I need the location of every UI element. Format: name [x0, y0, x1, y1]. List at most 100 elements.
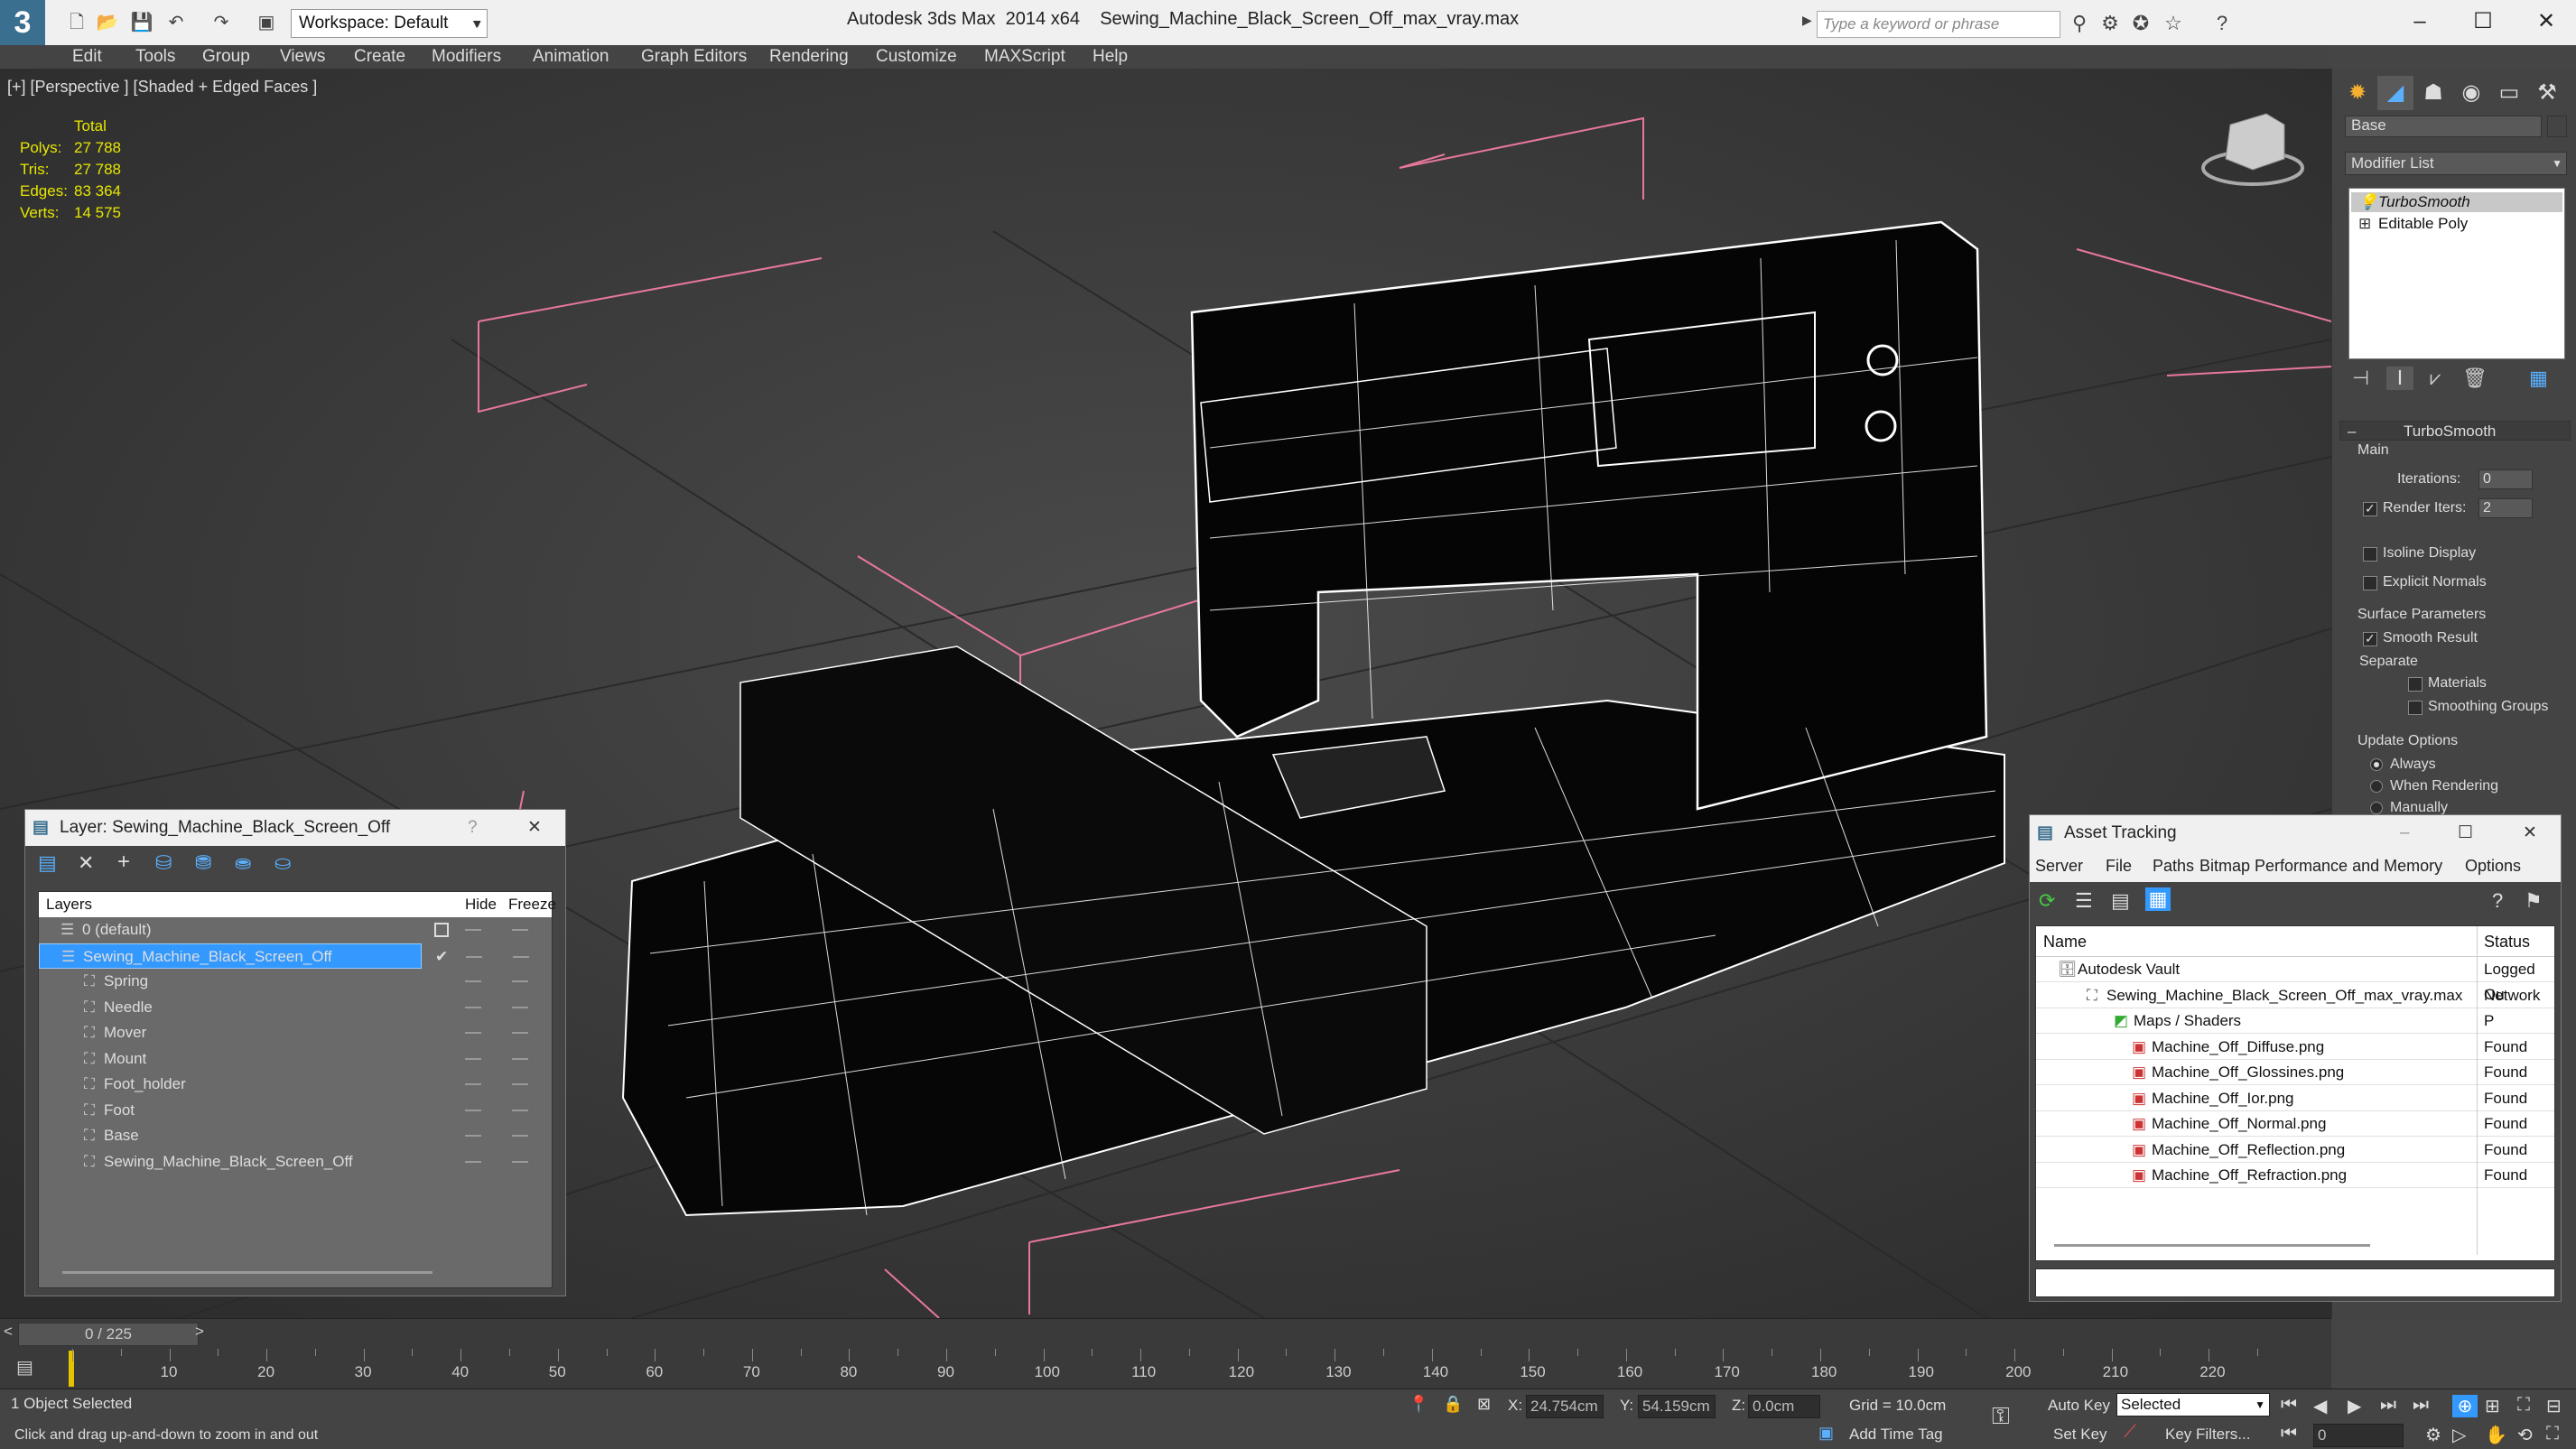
menu-group[interactable]: Group: [202, 47, 250, 67]
lightbulb-icon[interactable]: 💡: [2358, 192, 2377, 212]
display-tab-icon[interactable]: ▭: [2491, 76, 2527, 110]
modifier-list-dropdown[interactable]: Modifier List ▼: [2345, 152, 2567, 175]
column-divider[interactable]: [2477, 926, 2478, 957]
configure-modifier-sets-icon[interactable]: ▦: [2529, 367, 2548, 390]
hide-toggle[interactable]: [466, 955, 482, 958]
hide-toggle[interactable]: [465, 1032, 481, 1034]
previous-key-icon[interactable]: ◀︎: [2313, 1395, 2327, 1417]
menu-server[interactable]: Server: [2035, 857, 2083, 876]
materials-checkbox[interactable]: [2408, 677, 2423, 692]
smooth-result-checkbox[interactable]: [2363, 631, 2377, 646]
menu-rendering[interactable]: Rendering: [769, 47, 849, 67]
communication-icon[interactable]: ⚙: [2097, 11, 2124, 36]
column-header-layers[interactable]: Layers: [46, 892, 92, 917]
when-rendering-radio[interactable]: [2370, 780, 2383, 793]
layer-row[interactable]: ☰ Sewing_Machine_Black_Screen_Off ✔: [39, 943, 529, 969]
absolute-transform-icon[interactable]: ⊠: [1477, 1395, 1491, 1414]
manually-radio[interactable]: [2370, 802, 2383, 814]
workspace-menu-icon[interactable]: ▼: [466, 9, 488, 38]
pan-view-icon[interactable]: ✋: [2485, 1424, 2507, 1446]
layer-row[interactable]: ⛶ Mover: [39, 1020, 552, 1045]
menu-views[interactable]: Views: [280, 47, 325, 67]
render-iters-checkbox[interactable]: [2363, 501, 2377, 516]
freeze-toggle[interactable]: [512, 1006, 528, 1008]
detail-view-icon[interactable]: ▤: [2111, 889, 2130, 913]
layer-row[interactable]: ⛶ Foot: [39, 1098, 552, 1123]
asset-path-field[interactable]: [2035, 1268, 2555, 1297]
expand-plus-icon[interactable]: ⊞: [2358, 214, 2371, 234]
set-key-mode-icon[interactable]: ⚿: [1992, 1402, 2010, 1431]
freeze-toggle[interactable]: [512, 1109, 528, 1111]
zoom-icon[interactable]: ⊕: [2452, 1395, 2478, 1417]
refresh-icon[interactable]: ⟳: [2039, 889, 2055, 913]
freeze-toggle[interactable]: [512, 1032, 528, 1034]
utilities-tab-icon[interactable]: ⚒: [2529, 76, 2565, 110]
hide-toggle[interactable]: [465, 1109, 481, 1111]
set-key-button[interactable]: Set Key: [2053, 1426, 2107, 1444]
add-to-layer-icon[interactable]: +: [117, 850, 130, 875]
active-layer-check-icon[interactable]: ✔: [435, 944, 448, 970]
zoom-extents-all-icon[interactable]: ⊟: [2546, 1395, 2562, 1417]
layer-row[interactable]: ⛶ Foot_holder: [39, 1072, 552, 1097]
freeze-toggle[interactable]: [512, 1057, 528, 1060]
hide-toggle[interactable]: [465, 1057, 481, 1060]
column-header-status[interactable]: Status: [2484, 926, 2530, 957]
mini-curve-editor-icon[interactable]: ▤: [16, 1356, 33, 1379]
orbit-icon[interactable]: ⟲: [2517, 1424, 2533, 1446]
maximize-button[interactable]: ☐: [2456, 4, 2510, 40]
freeze-toggle[interactable]: [512, 1083, 528, 1085]
zoom-all-icon[interactable]: ⊞: [2485, 1395, 2500, 1417]
freeze-toggle[interactable]: [512, 929, 528, 931]
hide-toggle[interactable]: [465, 1083, 481, 1085]
asset-dialog-title-bar[interactable]: ▤ Asset Tracking – ☐ ✕: [2030, 815, 2561, 851]
freeze-toggle[interactable]: [512, 1135, 528, 1137]
play-icon[interactable]: ▶︎: [2348, 1395, 2361, 1417]
minimize-button[interactable]: –: [2393, 4, 2447, 40]
hide-toggle[interactable]: [465, 1135, 481, 1137]
delete-layer-icon[interactable]: ✕: [78, 851, 94, 875]
show-end-result-icon[interactable]: Ⅰ: [2386, 367, 2413, 390]
create-tab-icon[interactable]: ✹: [2339, 76, 2376, 110]
pin-icon[interactable]: ⚑: [2525, 889, 2543, 913]
menu-create[interactable]: Create: [354, 47, 405, 67]
list-view-icon[interactable]: ☰: [2075, 889, 2093, 913]
close-window-button[interactable]: ✕: [2519, 4, 2573, 40]
layer-row[interactable]: ⛶ Spring: [39, 969, 552, 994]
render-iters-spinner[interactable]: 2: [2478, 498, 2533, 518]
menu-customize[interactable]: Customize: [876, 47, 957, 67]
field-of-view-icon[interactable]: ▷: [2452, 1424, 2466, 1446]
menu-bitmap-performance[interactable]: Bitmap Performance and Memory: [2199, 857, 2442, 876]
menu-options[interactable]: Options: [2465, 857, 2521, 876]
go-to-start-icon[interactable]: ⏮: [2281, 1395, 2297, 1416]
time-slider[interactable]: < 0 / 225 >: [0, 1318, 2331, 1349]
layer-row[interactable]: ⛶ Mount: [39, 1046, 552, 1072]
object-color-swatch[interactable]: [2547, 116, 2567, 137]
turbosmooth-rollout-header[interactable]: – TurboSmooth: [2339, 421, 2571, 441]
current-layer-checkbox[interactable]: [434, 923, 449, 937]
layer-row[interactable]: ⛶ Needle: [39, 995, 552, 1020]
menu-animation[interactable]: Animation: [533, 47, 609, 67]
always-radio[interactable]: [2370, 758, 2383, 771]
hide-toggle[interactable]: [465, 1160, 481, 1163]
search-input[interactable]: Type a keyword or phrase: [1817, 11, 2060, 38]
maximize-viewport-icon[interactable]: ⛶: [2546, 1424, 2559, 1444]
column-header-name[interactable]: Name: [2043, 926, 2087, 957]
motion-tab-icon[interactable]: ◉: [2453, 76, 2489, 110]
isolate-selection-icon[interactable]: 📍: [1409, 1395, 1428, 1414]
key-tangent-icon[interactable]: ⟋: [2124, 1422, 2136, 1443]
modify-tab-icon[interactable]: ◢: [2377, 76, 2413, 110]
smoothing-groups-checkbox[interactable]: [2408, 701, 2423, 715]
table-view-icon[interactable]: ▦: [2145, 887, 2171, 911]
column-header-hide[interactable]: Hide: [465, 892, 497, 917]
freeze-toggle[interactable]: [512, 1160, 528, 1163]
menu-help[interactable]: Help: [1093, 47, 1128, 67]
close-asset-dialog-button[interactable]: ✕: [2523, 815, 2537, 851]
select-objects-in-layer-icon[interactable]: ⛁: [155, 851, 172, 875]
lock-selection-icon[interactable]: 🔒: [1443, 1395, 1463, 1414]
viewport-label[interactable]: [+] [Perspective ] [Shaded + Edged Faces…: [7, 78, 317, 97]
explicit-normals-checkbox[interactable]: [2363, 576, 2377, 590]
key-mode-toggle-icon[interactable]: ⏮: [2281, 1424, 2297, 1444]
hide-all-layers-icon[interactable]: ⛂: [235, 851, 251, 875]
undo-icon[interactable]: ↶: [163, 9, 190, 36]
search-expand-icon[interactable]: ▶: [1802, 13, 1812, 28]
